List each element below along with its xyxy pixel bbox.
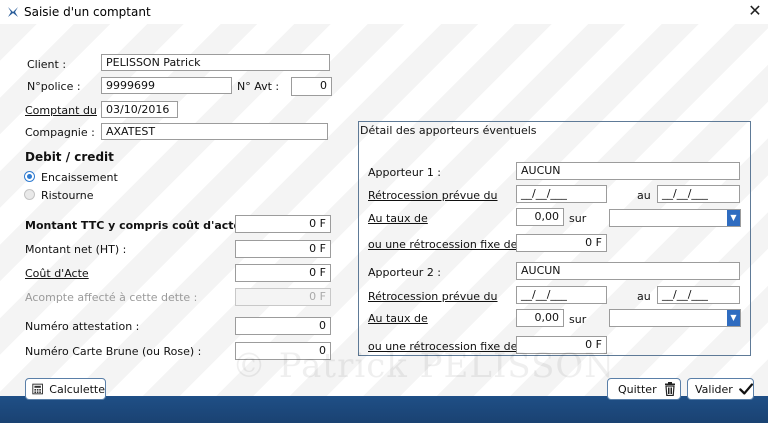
apporteur2-retro-label-text: Rétrocession prévue du [368, 290, 498, 303]
apporteur1-label: Apporteur 1 : [368, 166, 442, 179]
debit-credit-title: Debit / credit [25, 150, 114, 164]
apporteur2-taux-label: Au taux de [368, 312, 428, 325]
calculator-icon [32, 383, 43, 395]
apporteur2-sur-select[interactable]: ▼ [609, 309, 741, 327]
chevron-down-icon[interactable]: ▼ [727, 210, 740, 226]
acompte-label: Acompte affecté à cette dette : [25, 291, 198, 304]
apporteur2-taux-field[interactable]: 0,00 [516, 309, 564, 327]
montant-net-field[interactable]: 0 F [235, 240, 331, 258]
acompte-field: 0 F [235, 288, 331, 306]
client-field[interactable]: PELISSON Patrick [101, 54, 330, 71]
apporteur2-date-to[interactable]: __/__/___ [657, 286, 740, 304]
calculette-label: Calculette [49, 382, 105, 396]
cout-acte-field[interactable]: 0 F [235, 264, 331, 282]
montant-ttc-field[interactable]: 0 F [235, 215, 331, 233]
compagnie-label: Compagnie : [25, 126, 95, 139]
comptant-date-field[interactable]: 03/10/2016 [101, 101, 178, 118]
police-label: N°police : [27, 80, 81, 93]
montant-ttc-label: Montant TTC y compris coût d'acte : [25, 219, 250, 232]
valider-label: Valider [695, 382, 733, 396]
apporteurs-title: Détail des apporteurs éventuels [360, 124, 537, 137]
comptant-label-text: Comptant du [25, 104, 97, 117]
apporteur1-sur-select[interactable]: ▼ [609, 209, 741, 227]
valider-button[interactable]: Valider [687, 378, 754, 400]
cout-acte-label: Coût d'Acte [25, 267, 89, 280]
apporteur2-date-from[interactable]: __/__/___ [516, 286, 607, 304]
app-logo-icon [8, 7, 18, 17]
quitter-label: Quitter [618, 382, 657, 396]
ristourne-label: Ristourne [41, 189, 94, 202]
apporteur2-au-label: au [637, 290, 651, 303]
apporteur1-sur-label: sur [569, 212, 587, 225]
apporteur2-label: Apporteur 2 : [368, 266, 442, 279]
montant-net-label: Montant net (HT) : [25, 243, 127, 256]
apporteur1-retro-label: Rétrocession prévue du [368, 189, 498, 202]
police-field[interactable]: 9999699 [101, 77, 232, 94]
title-bar: Saisie d'un comptant ✕ [0, 0, 768, 24]
apporteur1-date-from[interactable]: __/__/___ [516, 185, 607, 203]
apporteur1-date-to[interactable]: __/__/___ [657, 185, 740, 203]
apporteur2-field[interactable]: AUCUN [516, 262, 740, 280]
attestation-field[interactable]: 0 [235, 317, 331, 335]
encaissement-label: Encaissement [41, 171, 118, 184]
close-icon[interactable]: ✕ [746, 2, 764, 20]
calculette-button[interactable]: Calculette [25, 378, 106, 400]
attestation-label: Numéro attestation : [25, 320, 140, 333]
apporteur1-retro-label-text: Rétrocession prévue du [368, 189, 498, 202]
apporteur1-fixe-label: ou une rétrocession fixe de (F) [368, 238, 536, 251]
apporteur1-field[interactable]: AUCUN [516, 162, 740, 180]
window-title: Saisie d'un comptant [24, 5, 151, 19]
client-label: Client : [27, 58, 67, 71]
apporteur2-sur-label: sur [569, 313, 587, 326]
apporteur2-retro-label: Rétrocession prévue du [368, 290, 498, 303]
apporteur1-taux-field[interactable]: 0,00 [516, 208, 564, 226]
cout-acte-label-text: Coût d'Acte [25, 267, 89, 280]
checkmark-icon [738, 383, 753, 395]
avt-field[interactable]: 0 [291, 77, 332, 96]
apporteur2-taux-label-text: Au taux de [368, 312, 428, 325]
comptant-label: Comptant du [25, 104, 97, 117]
carte-brune-label: Numéro Carte Brune (ou Rose) : [25, 345, 202, 358]
avt-label: N° Avt : [237, 80, 280, 93]
trash-icon [664, 382, 675, 396]
radio-encaissement[interactable] [24, 171, 35, 182]
compagnie-field[interactable]: AXATEST [101, 123, 328, 140]
quitter-button[interactable]: Quitter [607, 378, 681, 400]
radio-ristourne[interactable] [24, 189, 35, 200]
apporteur1-au-label: au [637, 189, 651, 202]
apporteur1-fixe-field[interactable]: 0 F [516, 234, 607, 252]
apporteur1-taux-label-text: Au taux de [368, 212, 428, 225]
apporteur1-taux-label: Au taux de [368, 212, 428, 225]
footer-bar [0, 396, 768, 423]
chevron-down-icon[interactable]: ▼ [727, 310, 740, 326]
apporteur1-fixe-label-text: ou une rétrocession fixe de (F) [368, 238, 536, 251]
watermark: © Patrick PELISSON [232, 346, 615, 386]
